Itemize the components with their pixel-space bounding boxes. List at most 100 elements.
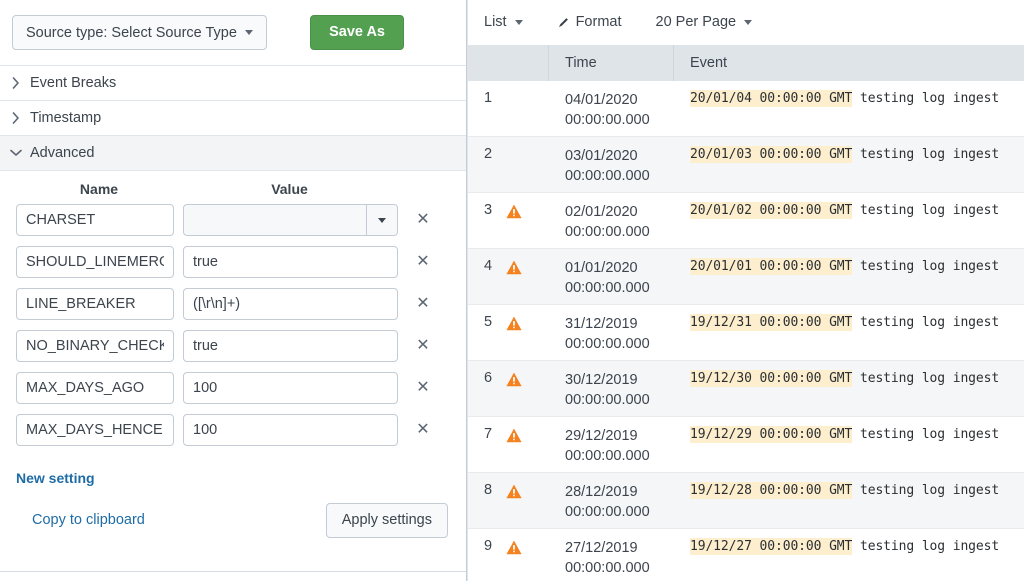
warning-triangle-icon[interactable] — [506, 417, 549, 472]
row-time-clock: 00:00:00.000 — [565, 448, 650, 464]
copy-to-clipboard-link[interactable]: Copy to clipboard — [32, 512, 145, 528]
event-timestamp-highlight: 20/01/03 00:00:00 GMT — [690, 146, 853, 163]
apply-settings-button[interactable]: Apply settings — [325, 503, 448, 538]
event-text: 20/01/02 00:00:00 GMT testing log ingest — [690, 202, 999, 219]
setting-value-input[interactable] — [183, 246, 398, 278]
chevron-down-icon[interactable] — [366, 205, 397, 235]
row-index: 7 — [484, 426, 493, 442]
row-event: 20/01/02 00:00:00 GMT testing log ingest — [674, 193, 1024, 248]
remove-setting-button[interactable]: ✕ — [414, 253, 432, 271]
setting-value-input[interactable] — [183, 372, 398, 404]
row-time-date: 27/12/2019 — [565, 540, 638, 556]
warning-placeholder — [506, 137, 549, 192]
table-row[interactable]: 7 29/12/2019 00:00:00.000 19/12/29 00:00:00… — [468, 417, 1024, 473]
row-index: 9 — [484, 538, 493, 554]
warning-triangle-icon[interactable] — [506, 193, 549, 248]
event-text: 19/12/29 00:00:00 GMT testing log ingest — [690, 426, 999, 443]
accordion-item-event-breaks[interactable]: Event Breaks — [0, 66, 466, 101]
column-header-event: Event — [690, 55, 728, 71]
row-time: 03/01/2020 00:00:00.000 — [549, 137, 674, 192]
setting-name-input[interactable] — [16, 288, 174, 320]
source-type-bar: Source type: Select Source Type Save As — [0, 0, 466, 66]
setting-row: ✕ — [0, 372, 466, 404]
setting-row: ✕ — [0, 414, 466, 446]
remove-setting-button[interactable]: ✕ — [414, 421, 432, 439]
per-page-label: 20 Per Page — [655, 14, 737, 30]
view-mode-dropdown[interactable]: List — [484, 14, 523, 30]
row-index: 1 — [484, 90, 493, 106]
remove-setting-button[interactable]: ✕ — [414, 379, 432, 397]
save-as-button[interactable]: Save As — [310, 15, 404, 50]
table-row[interactable]: 4 01/01/2020 00:00:00.000 20/01/01 00:00:00… — [468, 249, 1024, 305]
event-message: testing log ingest — [860, 427, 1000, 442]
row-time-date: 02/01/2020 — [565, 204, 638, 220]
setting-row: ✕ — [0, 288, 466, 320]
row-time: 27/12/2019 00:00:00.000 — [549, 529, 674, 581]
setting-value-input[interactable] — [183, 330, 398, 362]
accordion-label: Timestamp — [30, 110, 102, 126]
row-event: 19/12/31 00:00:00 GMT testing log ingest — [674, 305, 1024, 360]
row-event: 20/01/03 00:00:00 GMT testing log ingest — [674, 137, 1024, 192]
row-time: 31/12/2019 00:00:00.000 — [549, 305, 674, 360]
accordion-label: Advanced — [30, 145, 95, 161]
chevron-right-icon — [6, 77, 26, 89]
event-timestamp-highlight: 19/12/27 00:00:00 GMT — [690, 538, 853, 555]
warning-triangle-icon[interactable] — [506, 473, 549, 528]
accordion-item-advanced[interactable]: Advanced — [0, 136, 466, 171]
setting-name-input[interactable] — [16, 414, 174, 446]
chevron-down-icon — [244, 30, 253, 35]
setting-name-input[interactable] — [16, 204, 174, 236]
table-row[interactable]: 9 27/12/2019 00:00:00.000 19/12/27 00:00:00… — [468, 529, 1024, 581]
row-time: 02/01/2020 00:00:00.000 — [549, 193, 674, 248]
table-row[interactable]: 1 04/01/2020 00:00:00.000 20/01/04 00:00:00… — [468, 81, 1024, 137]
advanced-settings-body: Name Value ✕ ✕ — [0, 171, 466, 581]
warning-triangle-icon[interactable] — [506, 305, 549, 360]
column-header-time: Time — [549, 45, 674, 81]
row-time-date: 28/12/2019 — [565, 484, 638, 500]
per-page-dropdown[interactable]: 20 Per Page — [656, 14, 753, 30]
row-time-date: 29/12/2019 — [565, 428, 638, 444]
row-time: 04/01/2020 00:00:00.000 — [549, 81, 674, 136]
setting-value-select[interactable] — [183, 204, 398, 236]
row-time-date: 01/01/2020 — [565, 260, 638, 276]
row-event: 19/12/28 00:00:00 GMT testing log ingest — [674, 473, 1024, 528]
event-message: testing log ingest — [860, 259, 1000, 274]
settings-accordion: Event Breaks Timestamp Advanced — [0, 66, 466, 171]
pencil-icon — [557, 16, 570, 29]
source-type-dropdown[interactable]: Source type: Select Source Type — [12, 15, 267, 50]
setting-name-input[interactable] — [16, 330, 174, 362]
row-time-date: 31/12/2019 — [565, 316, 638, 332]
warning-triangle-icon[interactable] — [506, 361, 549, 416]
settings-panel: Source type: Select Source Type Save As … — [0, 0, 467, 581]
remove-setting-button[interactable]: ✕ — [414, 295, 432, 313]
setting-row: ✕ — [0, 246, 466, 278]
remove-setting-button[interactable]: ✕ — [414, 211, 432, 229]
row-time-clock: 00:00:00.000 — [565, 224, 650, 240]
setting-name-input[interactable] — [16, 246, 174, 278]
table-row[interactable]: 8 28/12/2019 00:00:00.000 19/12/28 00:00:00… — [468, 473, 1024, 529]
event-text: 19/12/28 00:00:00 GMT testing log ingest — [690, 482, 999, 499]
accordion-item-timestamp[interactable]: Timestamp — [0, 101, 466, 136]
row-time-date: 04/01/2020 — [565, 92, 638, 108]
event-text: 20/01/04 00:00:00 GMT testing log ingest — [690, 90, 999, 107]
format-button[interactable]: Format — [557, 14, 622, 30]
warning-triangle-icon[interactable] — [506, 249, 549, 304]
setting-name-input[interactable] — [16, 372, 174, 404]
table-row[interactable]: 6 30/12/2019 00:00:00.000 19/12/30 00:00:00… — [468, 361, 1024, 417]
row-time-clock: 00:00:00.000 — [565, 392, 650, 408]
column-header-name: Name — [79, 181, 119, 197]
table-row[interactable]: 3 02/01/2020 00:00:00.000 20/01/02 00:00:00… — [468, 193, 1024, 249]
row-time-clock: 00:00:00.000 — [565, 336, 650, 352]
event-message: testing log ingest — [860, 371, 1000, 386]
warning-triangle-icon[interactable] — [506, 529, 549, 581]
row-time: 28/12/2019 00:00:00.000 — [549, 473, 674, 528]
chevron-down-icon — [6, 149, 26, 157]
table-row[interactable]: 2 03/01/2020 00:00:00.000 20/01/03 00:00:00… — [468, 137, 1024, 193]
setting-value-input[interactable] — [183, 414, 398, 446]
accordion-label: Event Breaks — [30, 75, 117, 91]
table-row[interactable]: 5 31/12/2019 00:00:00.000 19/12/31 00:00:00… — [468, 305, 1024, 361]
new-setting-link[interactable]: New setting — [0, 470, 95, 486]
remove-setting-button[interactable]: ✕ — [414, 337, 432, 355]
events-table-body: 1 04/01/2020 00:00:00.000 20/01/04 00:00:00… — [468, 81, 1024, 581]
setting-value-input[interactable] — [183, 288, 398, 320]
